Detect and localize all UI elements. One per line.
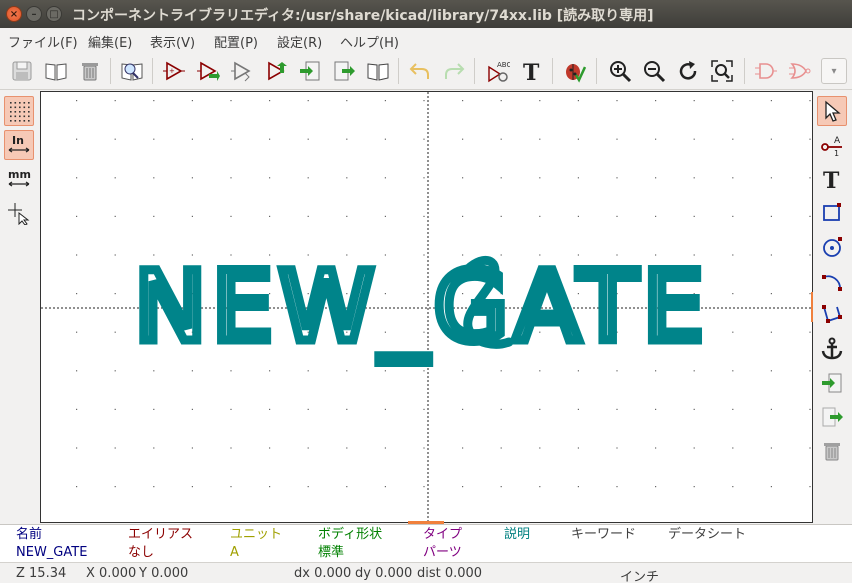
info-header: 説明 (504, 527, 531, 542)
info-description: 説明 (504, 526, 530, 544)
component-name-text: NEW_GATE (134, 251, 709, 363)
right-toolbar: A1 T (813, 90, 852, 524)
info-header: データシート (668, 527, 747, 542)
menu-preferences[interactable]: 設定(R) (277, 32, 322, 51)
status-dx: dx 0.000 (294, 566, 352, 581)
de-morgan-normal-icon[interactable] (752, 57, 780, 85)
units-inch-icon[interactable]: In (4, 130, 34, 160)
info-datasheet: データシート (668, 526, 746, 544)
menu-bar: ファイル(F) 編集(E) 表示(V) 配置(P) 設定(R) ヘルプ(H) (0, 28, 852, 52)
export-graphics-icon[interactable] (817, 402, 847, 432)
info-header: 名前 (16, 527, 43, 542)
add-arc-icon[interactable] (817, 266, 847, 296)
zoom-redraw-icon[interactable] (674, 57, 702, 85)
info-header: タイプ (423, 527, 463, 542)
svg-text:T: T (823, 168, 840, 191)
select-tool-icon[interactable] (817, 96, 847, 126)
status-dy: dy 0.000 (355, 566, 413, 581)
import-component-icon[interactable] (262, 57, 290, 85)
datasheet-icon[interactable] (364, 57, 392, 85)
svg-text:mm: mm (8, 168, 31, 181)
left-toolbar: In mm (0, 90, 40, 524)
title-bar: × – □ コンポーネントライブラリエディタ:/usr/share/kicad/… (0, 0, 852, 28)
zoom-fit-icon[interactable] (708, 57, 736, 85)
info-alias: エイリアス なし (128, 526, 193, 562)
component-info-panel: 名前 NEW_GATE エイリアス なし ユニット A ボディ形状 標準 タイプ… (0, 524, 852, 562)
drawing-canvas[interactable]: NEW_GATE (40, 91, 813, 523)
info-unit: ユニット A (230, 526, 282, 562)
save-library-icon[interactable] (8, 57, 36, 85)
info-keywords: キーワード (571, 526, 636, 544)
delete-library-icon[interactable] (76, 57, 104, 85)
toolbar-options-dropdown[interactable]: ▾ (821, 58, 847, 84)
menu-edit[interactable]: 編集(E) (88, 32, 132, 51)
status-zoom: Z 15.34 (16, 566, 67, 581)
add-polyline-icon[interactable] (817, 300, 847, 330)
status-x: X 0.000 (86, 566, 137, 581)
info-body-style: ボディ形状 標準 (318, 526, 382, 562)
info-name: 名前 NEW_GATE (16, 526, 87, 562)
menu-help[interactable]: ヘルプ(H) (340, 32, 399, 51)
info-value: パーツ (423, 545, 462, 560)
new-component-icon[interactable]: + (160, 57, 188, 85)
new-library-icon[interactable] (330, 57, 358, 85)
de-morgan-convert-icon[interactable] (786, 57, 814, 85)
load-component-icon[interactable] (194, 57, 222, 85)
cursor-shape-icon[interactable] (4, 198, 34, 228)
grid-toggle-icon[interactable] (4, 96, 34, 126)
info-header: ボディ形状 (318, 527, 383, 542)
delete-tool-icon[interactable] (817, 436, 847, 466)
info-value: A (230, 545, 239, 560)
svg-text:+: + (169, 67, 175, 75)
info-value: 標準 (318, 545, 345, 560)
menu-place[interactable]: 配置(P) (214, 32, 258, 51)
add-circle-icon[interactable] (817, 232, 847, 262)
view-library-icon[interactable] (118, 57, 146, 85)
window-title: コンポーネントライブラリエディタ:/usr/share/kicad/librar… (72, 8, 654, 24)
info-header: ユニット (230, 527, 283, 542)
info-header: キーワード (571, 527, 637, 542)
edit-fields-icon[interactable]: T (518, 57, 546, 85)
library-browser-icon[interactable] (42, 57, 70, 85)
add-text-icon[interactable]: T (817, 164, 847, 194)
zoom-out-icon[interactable] (640, 57, 668, 85)
svg-text:In: In (12, 134, 24, 147)
anchor-icon[interactable] (817, 334, 847, 364)
svg-text:ABC: ABC (497, 61, 510, 69)
window-minimize-button[interactable]: – (26, 6, 42, 22)
import-graphics-icon[interactable] (817, 368, 847, 398)
menu-file[interactable]: ファイル(F) (8, 32, 78, 51)
info-value: なし (128, 545, 155, 560)
zoom-in-icon[interactable] (606, 57, 634, 85)
info-header: エイリアス (128, 527, 194, 542)
status-y: Y 0.000 (139, 566, 189, 581)
main-toolbar: + ABC T ▾ (0, 52, 852, 90)
info-type: タイプ パーツ (423, 526, 462, 562)
window-maximize-button[interactable]: □ (46, 6, 62, 22)
add-pin-icon[interactable]: A1 (817, 130, 847, 160)
export-component-icon[interactable] (296, 57, 324, 85)
menu-view[interactable]: 表示(V) (150, 32, 195, 51)
svg-text:T: T (523, 60, 540, 83)
status-units: インチ (620, 570, 660, 583)
svg-text:1: 1 (834, 149, 839, 157)
info-value: NEW_GATE (16, 545, 88, 560)
edit-component-properties-icon[interactable]: ABC (484, 57, 512, 85)
save-component-icon[interactable] (228, 57, 256, 85)
undo-icon[interactable] (406, 57, 434, 85)
erc-check-icon[interactable] (560, 57, 588, 85)
status-bar: Z 15.34 X 0.000 Y 0.000 dx 0.000 dy 0.00… (0, 562, 852, 583)
units-mm-icon[interactable]: mm (4, 164, 34, 194)
svg-text:A: A (834, 136, 841, 146)
add-rectangle-icon[interactable] (817, 198, 847, 228)
status-dist: dist 0.000 (417, 566, 483, 581)
redo-icon[interactable] (440, 57, 468, 85)
window-close-button[interactable]: × (6, 6, 22, 22)
canvas-svg: NEW_GATE (41, 92, 812, 522)
